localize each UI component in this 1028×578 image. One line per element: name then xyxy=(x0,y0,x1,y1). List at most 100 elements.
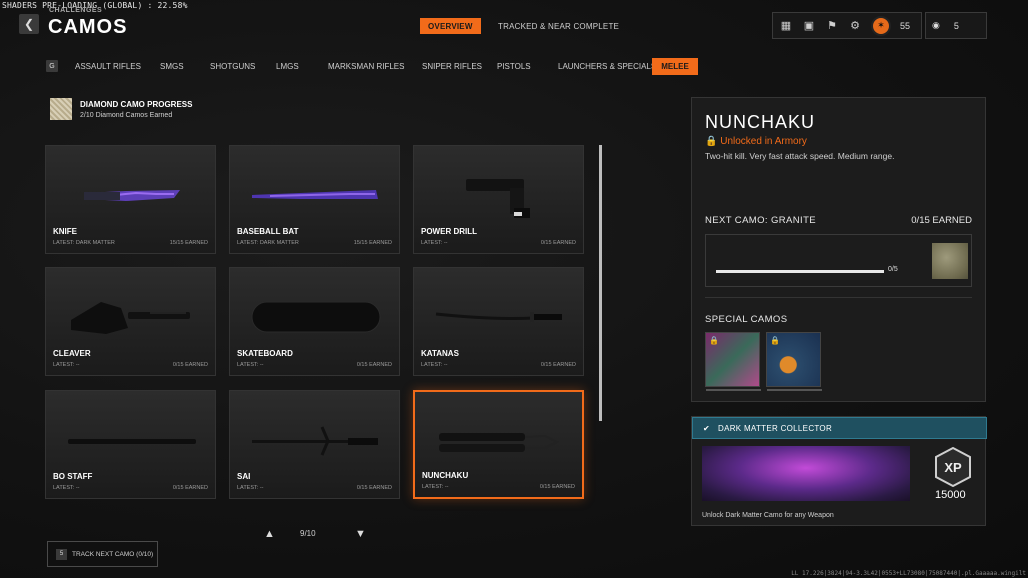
track-next-camo-button[interactable]: 5 TRACK NEXT CAMO (0/10) xyxy=(47,541,158,567)
cat-lmgs[interactable]: LMGS xyxy=(268,58,307,75)
weapon-name: KATANAS xyxy=(421,349,459,358)
lock-icon: 🔒 xyxy=(770,336,780,345)
grid-menu-icon[interactable]: ▦ xyxy=(779,19,793,33)
party-icon: ◉ xyxy=(932,20,940,30)
gear-icon[interactable]: ⚙ xyxy=(848,19,862,33)
detail-title: NUNCHAKU xyxy=(705,112,816,132)
tab-tracked-near-complete[interactable]: TRACKED & NEAR COMPLETE xyxy=(490,18,627,34)
page-up-chevron-icon[interactable]: ▲ xyxy=(264,528,275,540)
reward-panel: ✔ DARK MATTER COLLECTOR XP 15000 Unlock … xyxy=(691,416,987,526)
weapon-card-baseball-bat[interactable]: BASEBALL BAT LATEST: DARK MATTER 15/15 E… xyxy=(229,145,400,254)
page-down-chevron-icon[interactable]: ▼ xyxy=(355,528,366,540)
page-title: CAMOS xyxy=(48,16,128,38)
weapon-name: POWER DRILL xyxy=(421,227,477,236)
cat-smgs[interactable]: SMGS xyxy=(152,58,192,75)
weapon-card-katanas[interactable]: KATANAS LATEST: -- 0/15 EARNED xyxy=(413,267,584,376)
chevron-left-icon: ❮ xyxy=(23,17,35,31)
special-camo-underline xyxy=(706,389,761,391)
next-camo-count: 0/5 xyxy=(888,266,898,273)
knife-image xyxy=(84,190,180,201)
weapon-latest: LATEST: -- xyxy=(421,362,448,368)
store-icon[interactable]: ▣ xyxy=(802,19,816,33)
cat-sniper-rifles[interactable]: SNIPER RIFLES xyxy=(414,58,490,75)
unlock-text: Unlocked in Armory xyxy=(720,136,807,147)
weapon-earned: 0/15 EARNED xyxy=(172,485,208,491)
weapon-latest: LATEST: DARK MATTER xyxy=(237,240,299,246)
build-info: LL 17.226|3824|94-3.3L42|0553+LL73080|75… xyxy=(791,570,1026,577)
next-camo-progress-bar xyxy=(716,270,884,273)
weapon-name: BO STAFF xyxy=(53,472,93,481)
weapon-latest: LATEST: -- xyxy=(53,362,80,368)
dark-matter-reward-image xyxy=(702,446,910,501)
diamond-progress-title: DIAMOND CAMO PROGRESS xyxy=(80,100,193,109)
weapon-card-sai[interactable]: SAI LATEST: -- 0/15 EARNED xyxy=(229,390,400,499)
baseball-bat-image xyxy=(252,190,378,199)
party-count: 5 xyxy=(953,20,959,31)
back-button[interactable]: ❮ xyxy=(19,14,39,34)
reward-title: DARK MATTER COLLECTOR xyxy=(718,423,833,433)
xp-icon-label: XP xyxy=(944,460,962,475)
weapon-name: SKATEBOARD xyxy=(237,349,293,358)
next-camo-label: NEXT CAMO: GRANITE xyxy=(705,215,817,226)
cat-launchers-specials[interactable]: LAUNCHERS & SPECIALS xyxy=(550,58,664,75)
nunchaku-image xyxy=(439,433,560,452)
player-level: 55 xyxy=(900,20,911,31)
xp-value: 15000 xyxy=(935,489,966,501)
weapon-name: NUNCHAKU xyxy=(422,471,469,480)
key-hint-5: 5 xyxy=(56,548,67,560)
weapon-description: Two-hit kill. Very fast attack speed. Me… xyxy=(705,151,895,161)
weapon-name: KNIFE xyxy=(53,227,77,236)
unlock-status: 🔒 Unlocked in Armory xyxy=(705,136,807,147)
next-camo-earned: 0/15 EARNED xyxy=(911,215,972,226)
weapon-latest: LATEST: -- xyxy=(422,484,449,490)
cat-melee[interactable]: MELEE xyxy=(652,58,698,75)
weapon-earned: 0/15 EARNED xyxy=(356,362,392,368)
weapon-latest: LATEST: -- xyxy=(237,485,264,491)
cat-pistols[interactable]: PISTOLS xyxy=(489,58,539,75)
power-drill-image xyxy=(466,179,530,218)
katanas-image xyxy=(435,312,562,322)
weapon-card-knife[interactable]: KNIFE LATEST: DARK MATTER 15/15 EARNED xyxy=(45,145,216,254)
diamond-camo-thumbnail xyxy=(50,98,72,120)
weapon-latest: LATEST: -- xyxy=(421,240,448,246)
check-icon: ✔ xyxy=(703,423,711,433)
sai-image xyxy=(252,426,378,456)
weapon-latest: LATEST: -- xyxy=(237,362,264,368)
weapon-detail-panel: NUNCHAKU 🔒 Unlocked in Armory Two-hit ki… xyxy=(691,97,986,402)
weapon-earned: 0/15 EARNED xyxy=(356,485,392,491)
key-hint-g: G xyxy=(46,60,58,72)
reward-description: Unlock Dark Matter Camo for any Weapon xyxy=(702,512,834,519)
weapon-earned: 15/15 EARNED xyxy=(169,240,208,246)
special-camo-2[interactable]: 🔒 xyxy=(766,332,822,391)
weapon-card-power-drill[interactable]: POWER DRILL LATEST: -- 0/15 EARNED xyxy=(413,145,584,254)
tab-overview[interactable]: OVERVIEW xyxy=(420,18,481,34)
bo-staff-image xyxy=(68,439,196,444)
cat-marksman-rifles[interactable]: MARKSMAN RIFLES xyxy=(320,58,412,75)
track-next-camo-label: TRACK NEXT CAMO (0/10) xyxy=(72,550,154,558)
weapon-latest: LATEST: -- xyxy=(53,485,80,491)
grid-scrollbar[interactable] xyxy=(599,145,602,421)
level-badge-icon[interactable]: ✶ xyxy=(871,15,891,36)
next-camo-box: 0/5 xyxy=(705,234,972,287)
special-camos-label: SPECIAL CAMOS xyxy=(705,314,788,325)
weapon-card-nunchaku[interactable]: NUNCHAKU LATEST: -- 0/15 EARNED xyxy=(413,390,584,499)
breadcrumb: CHALLENGES xyxy=(49,7,103,14)
weapon-card-bo-staff[interactable]: BO STAFF LATEST: -- 0/15 EARNED xyxy=(45,390,216,499)
cat-assault-rifles[interactable]: ASSAULT RIFLES xyxy=(67,58,149,75)
weapon-card-skateboard[interactable]: SKATEBOARD LATEST: -- 0/15 EARNED xyxy=(229,267,400,376)
status-bar: ▦ ▣ ⚑ ⚙ ✶ 55 xyxy=(772,12,922,39)
skateboard-image xyxy=(251,301,381,333)
cat-shotguns[interactable]: SHOTGUNS xyxy=(202,58,263,75)
reward-header: ✔ DARK MATTER COLLECTOR xyxy=(692,417,987,439)
weapon-name: CLEAVER xyxy=(53,349,91,358)
bell-icon[interactable]: ⚑ xyxy=(825,19,839,33)
cleaver-image xyxy=(71,302,190,334)
party-widget[interactable]: ◉ 5 xyxy=(925,12,987,39)
page-number: 9/10 xyxy=(300,529,316,538)
special-camo-1[interactable]: 🔒 xyxy=(705,332,761,391)
weapon-earned: 0/15 EARNED xyxy=(540,240,576,246)
divider xyxy=(705,297,972,298)
weapon-name: SAI xyxy=(237,472,251,481)
weapon-card-cleaver[interactable]: CLEAVER LATEST: -- 0/15 EARNED xyxy=(45,267,216,376)
weapon-earned: 0/15 EARNED xyxy=(539,484,575,490)
